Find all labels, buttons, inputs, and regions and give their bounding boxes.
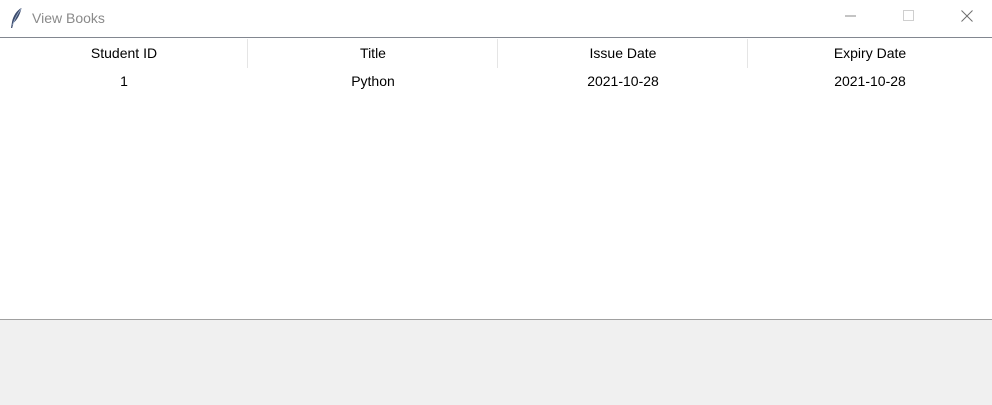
minimize-icon <box>845 9 857 27</box>
column-header-student-id[interactable]: Student ID <box>0 38 248 69</box>
table-row[interactable]: 1 Python 2021-10-28 2021-10-28 <box>0 70 992 92</box>
column-header-expiry-date[interactable]: Expiry Date <box>748 38 992 69</box>
maximize-icon <box>903 9 915 27</box>
column-header-issue-date[interactable]: Issue Date <box>498 38 748 69</box>
column-header-title[interactable]: Title <box>248 38 498 69</box>
cell-title: Python <box>351 73 395 89</box>
minimize-button[interactable] <box>822 0 880 36</box>
bottom-panel <box>0 319 992 405</box>
title-bar[interactable]: View Books <box>0 0 992 36</box>
maximize-button[interactable] <box>880 0 938 36</box>
close-icon <box>961 9 973 27</box>
cell-expiry-date: 2021-10-28 <box>834 73 906 89</box>
cell-student-id: 1 <box>120 73 128 89</box>
feather-icon <box>9 7 23 29</box>
close-button[interactable] <box>938 0 992 36</box>
view-books-window: View Books Student ID Title Issue Date E… <box>0 0 992 405</box>
table-header: Student ID Title Issue Date Expiry Date <box>0 38 992 69</box>
window-title: View Books <box>32 10 105 26</box>
cell-issue-date: 2021-10-28 <box>587 73 659 89</box>
books-treeview[interactable]: Student ID Title Issue Date Expiry Date … <box>0 37 992 319</box>
